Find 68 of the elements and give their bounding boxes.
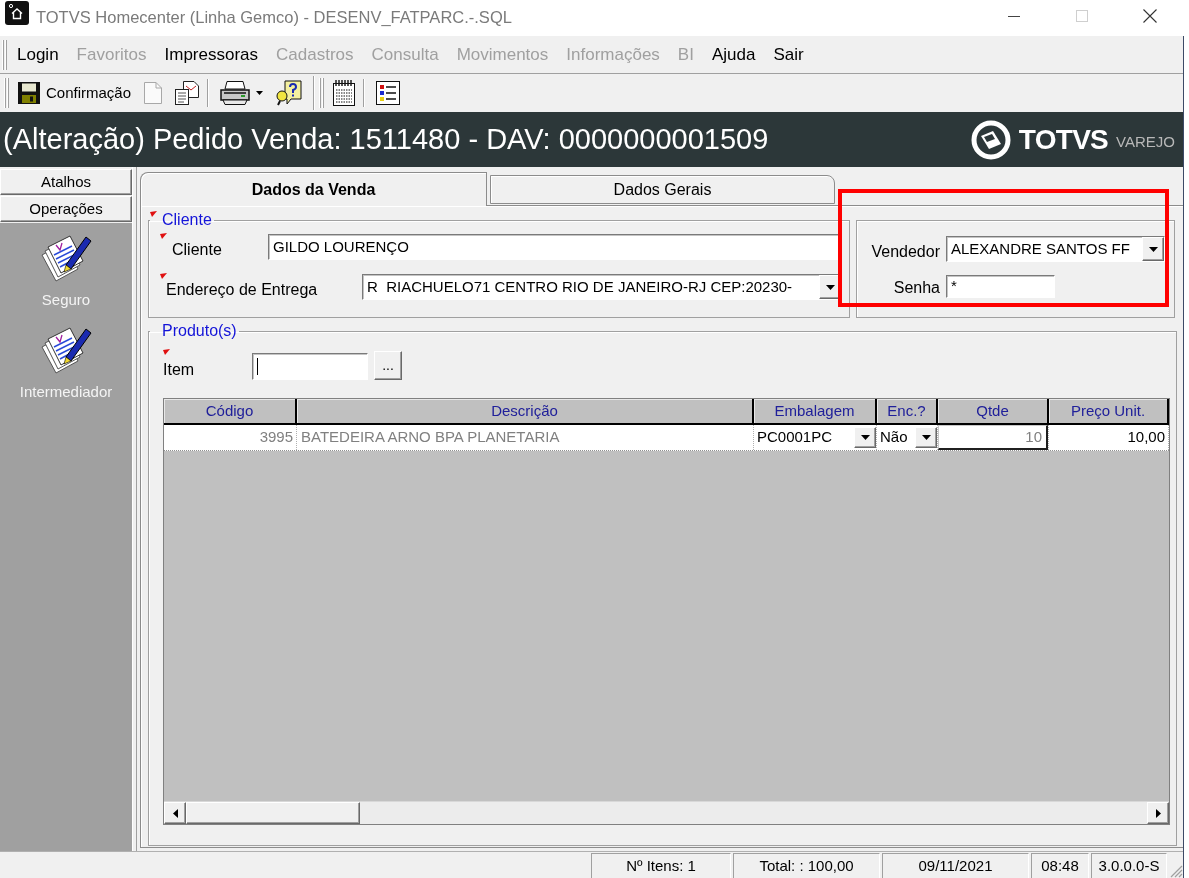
combo-box[interactable]: ALEXANDRE SANTOS FF (946, 236, 1165, 262)
resize-grip-icon (1169, 864, 1183, 878)
caret-down-icon (256, 91, 264, 95)
blank-page-icon (144, 82, 163, 104)
documents-icon (175, 81, 200, 105)
sidebar-section-button[interactable]: Operações (0, 196, 132, 222)
logo-mark-icon (970, 119, 1011, 160)
field-label: Endereço de Entrega (165, 281, 319, 299)
tab[interactable]: Dados Gerais (490, 175, 835, 204)
menu-item[interactable]: Sair (764, 41, 813, 68)
group-title: Produto(s) (162, 322, 238, 340)
cell-input-field[interactable]: 10 (938, 425, 1048, 450)
status-panel: 09/11/2021 (882, 853, 1029, 878)
column-header[interactable]: Qtde (938, 399, 1049, 423)
column-header[interactable]: Enc.? (877, 399, 938, 423)
menu-item[interactable]: Impressoras (155, 41, 268, 68)
field-label: Cliente (171, 241, 223, 259)
caret-down-icon (825, 284, 835, 290)
dropdown-button[interactable] (915, 427, 937, 448)
item-input-field[interactable] (252, 353, 368, 380)
document-pen-icon (40, 233, 92, 283)
field-label: Item (163, 361, 196, 379)
cell-dropdown[interactable]: Não (877, 425, 937, 450)
field-label: Vendedor (871, 243, 940, 261)
minimize-icon (1008, 15, 1020, 17)
printer-icon (220, 81, 251, 105)
notepad-icon (333, 80, 356, 106)
arrow-right-icon (1155, 808, 1161, 818)
caret-down-icon (921, 435, 931, 440)
lookup-button[interactable]: ... (374, 351, 402, 380)
column-header[interactable]: Embalagem (754, 399, 877, 423)
menu-item[interactable]: Login (8, 41, 68, 68)
logo-subtitle: VAREJO (1116, 132, 1175, 153)
column-header[interactable]: Preço Unit. (1049, 399, 1169, 423)
text-field[interactable]: * (946, 275, 1055, 298)
status-panel: 3.0.0.0-S (1091, 853, 1167, 878)
caret-down-icon (860, 435, 870, 440)
table-cell-text: BATEDEIRA ARNO BPA PLANETARIA (300, 427, 561, 448)
scrollbar-thumb[interactable] (186, 802, 360, 824)
tab[interactable]: Dados da Venda (140, 172, 487, 206)
menu-item[interactable]: Ajuda (702, 41, 765, 68)
group-title: Cliente (162, 211, 213, 229)
cell-dropdown[interactable]: PC0001PC (754, 425, 876, 450)
help-icon (276, 80, 303, 106)
dropdown-button[interactable] (854, 427, 876, 448)
status-panel: 08:48 (1031, 853, 1089, 878)
field-label: Senha (893, 279, 940, 297)
table-cell-text: 3995 (258, 427, 294, 448)
table-cell-text: 10,00 (1126, 427, 1166, 448)
scroll-left-button[interactable] (164, 802, 186, 824)
text-field[interactable]: GILDO LOURENÇO (268, 234, 840, 260)
status-panel: Nº Itens: 1 (591, 853, 731, 878)
sidebar-section-button[interactable]: Atalhos (0, 169, 132, 195)
status-panel: Total: : 100,00 (733, 853, 880, 878)
dropdown-button[interactable] (819, 275, 841, 299)
window-title: TOTVS Homecenter (Linha Gemco) - DESENV_FATPARC.-.SQL (36, 7, 512, 28)
dropdown-button[interactable] (1142, 237, 1164, 261)
page-title: (Alteração) Pedido Venda: 1511480 - DAV: 0000000001509 (2, 121, 769, 157)
close-icon (1143, 9, 1157, 23)
column-header[interactable]: Código (164, 399, 297, 423)
scroll-right-button[interactable] (1147, 802, 1169, 824)
confirm-button[interactable]: Confirmação (13, 77, 137, 109)
list-icon (376, 81, 401, 105)
column-header[interactable]: Descrição (297, 399, 754, 423)
logo-text: TOTVS (1018, 122, 1109, 157)
caret-down-icon (1148, 246, 1158, 252)
arrow-left-icon (172, 808, 178, 818)
maximize-icon (1076, 10, 1088, 22)
